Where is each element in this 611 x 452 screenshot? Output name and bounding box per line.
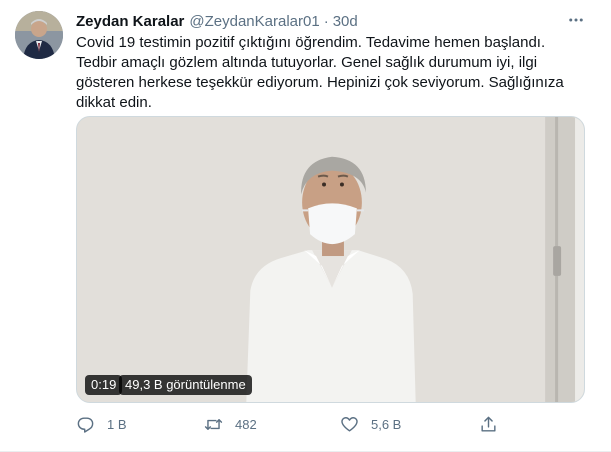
- avatar[interactable]: [15, 11, 63, 59]
- reply-icon: [77, 416, 94, 433]
- like-button[interactable]: 5,6 B: [340, 413, 401, 435]
- reply-button[interactable]: 1 B: [76, 413, 127, 435]
- author-name[interactable]: Zeydan Karalar: [76, 13, 184, 30]
- author-handle[interactable]: @ZeydanKaralar01: [189, 13, 319, 30]
- share-button[interactable]: [479, 413, 498, 435]
- tweet-text: Covid 19 testimin pozitif çıktığını öğre…: [76, 34, 564, 111]
- heart-icon: [341, 416, 358, 432]
- retweet-button[interactable]: 482: [204, 413, 257, 435]
- video-player[interactable]: 0:19 49,3 B görüntülenme: [76, 116, 585, 403]
- share-icon: [481, 416, 496, 432]
- tweet-header: Zeydan Karalar @ZeydanKaralar01 · 30d: [76, 12, 358, 30]
- video-thumbnail: [77, 117, 584, 402]
- video-duration: 0:19: [85, 375, 123, 395]
- tweet-actions: 1 B 482 5,6 B: [76, 413, 506, 435]
- tweet-timestamp[interactable]: 30d: [333, 13, 358, 30]
- retweet-count: 482: [235, 416, 257, 432]
- separator-dot: ·: [323, 12, 329, 30]
- more-options-button[interactable]: [564, 10, 588, 30]
- more-horizontal-icon: [569, 18, 583, 22]
- like-count: 5,6 B: [371, 416, 402, 432]
- avatar-image: [15, 11, 63, 59]
- retweet-icon: [204, 418, 223, 430]
- reply-count: 1 B: [107, 416, 127, 432]
- video-view-count: 49,3 B görüntülenme: [119, 375, 252, 395]
- tweet[interactable]: Zeydan Karalar @ZeydanKaralar01 · 30d Co…: [0, 0, 611, 452]
